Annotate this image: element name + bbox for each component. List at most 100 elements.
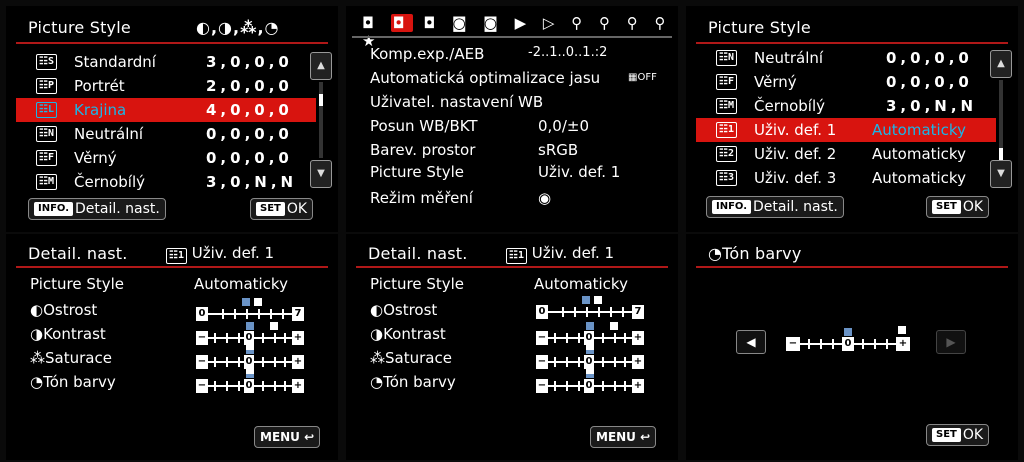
set-key-icon: SET [932, 200, 961, 214]
info-key-icon: INFO. [34, 202, 74, 216]
set-ok-button[interactable]: SET OK [926, 196, 990, 218]
detail-settings-button[interactable]: INFO. Detail. nast. [706, 196, 844, 218]
menu-item-metering[interactable]: Režim měření ◉ [352, 186, 674, 210]
style-row-user-def-2[interactable]: ☷2 Uživ. def. 2 Automaticky [696, 142, 996, 166]
detail-row-saturation[interactable]: ⁂Saturace − + 0 [14, 342, 324, 370]
menu-back-button[interactable]: MENU ↩ [590, 426, 657, 448]
scrollbar-thumb[interactable] [319, 94, 323, 106]
style-name: Věrný [74, 149, 117, 167]
contrast-icon: ◑ [370, 325, 384, 343]
detail-settings-panel-b: Detail. nast. ☷1 Uživ. def. 1 Picture St… [346, 234, 678, 460]
return-icon: ↩ [304, 430, 315, 444]
user-def-2-style-icon: ☷2 [716, 146, 737, 162]
tab-shoot-2-active[interactable]: ◘ [390, 14, 413, 32]
sharpness-slider[interactable]: 0 7 [536, 296, 644, 320]
sharpness-slider[interactable]: 0 7 [196, 298, 304, 322]
style-values: 2,0,0,0 [206, 77, 293, 95]
current-marker [254, 298, 262, 306]
style-name: Neutrální [74, 125, 144, 143]
scrollbar-thumb[interactable] [999, 148, 1003, 160]
style-row-standard[interactable]: ☷S Standardní 3,0,0,0 [16, 50, 316, 74]
shooting-menu-panel: ◘ ◘ ◘ ◙ ◙ ▶ ▷ ⚲ ⚲ ⚲ ⚲ ★ Komp.exp./AEB -2… [346, 6, 678, 232]
scroll-up-button[interactable]: ▲ [990, 50, 1012, 78]
saturation-icon: ⁂ [30, 349, 45, 367]
color-tone-icon: ◔ [30, 373, 44, 391]
style-name: Portrét [74, 77, 125, 95]
style-row-monochrome[interactable]: ☷M Černobílý 3,0,N,N [696, 94, 996, 118]
detail-row-picture-style[interactable]: Picture Style Automaticky [354, 272, 664, 296]
current-marker [898, 326, 906, 334]
picture-style-user-panel: Picture Style ☷N Neutrální 0,0,0,0 ☷F Vě… [686, 6, 1018, 232]
tab-shoot-1[interactable]: ◘ [362, 14, 380, 32]
picture-style-list-panel: Picture Style ◐,◑,⁂,◔ ☷S Standardní 3,0,… [6, 6, 338, 232]
style-name: Standardní [74, 53, 156, 71]
style-values: 0,0,0,0 [206, 125, 293, 143]
neutral-style-icon: ☷N [716, 50, 737, 66]
detail-settings-button[interactable]: INFO. Detail. nast. [28, 198, 166, 220]
title-divider [696, 42, 1008, 44]
style-row-monochrome[interactable]: ☷M Černobílý 3,0,N,N [16, 170, 316, 194]
standard-style-icon: ☷S [36, 54, 57, 70]
color-tone-adjust-panel: ◔Tón barvy ◀ − + 0 ▶ SET OK [686, 234, 1018, 460]
menu-item-exposure-comp[interactable]: Komp.exp./AEB -2..1..0..1.:2 [352, 42, 674, 66]
style-values: 0,0,0,0 [206, 149, 293, 167]
scroll-down-button[interactable]: ▼ [310, 160, 332, 188]
menu-item-wb-shift[interactable]: Posun WB/BKT 0,0/±0 [352, 114, 674, 138]
style-row-faithful[interactable]: ☷F Věrný 0,0,0,0 [16, 146, 316, 170]
scroll-up-button[interactable]: ▲ [310, 52, 332, 80]
style-row-landscape[interactable]: ☷L Krajina 4,0,0,0 [16, 98, 316, 122]
detail-row-color-tone[interactable]: ◔Tón barvy − + 0 [354, 366, 664, 394]
param-header-icons: ◐,◑,⁂,◔ [196, 18, 280, 37]
metering-icon: ◉ [538, 189, 552, 207]
alo-off-icon: ▦OFF [628, 72, 657, 83]
menu-item-picture-style[interactable]: Picture Style Uživ. def. 1 [352, 160, 674, 184]
set-ok-button[interactable]: SET OK [250, 198, 314, 220]
detail-row-picture-style[interactable]: Picture Style Automaticky [14, 272, 324, 296]
style-row-faithful[interactable]: ☷F Věrný 0,0,0,0 [696, 70, 996, 94]
color-tone-icon: ◔ [708, 244, 723, 263]
detail-row-saturation[interactable]: ⁂Saturace − + 0 [354, 342, 664, 370]
title-divider [16, 266, 328, 268]
standard-marker [844, 328, 852, 336]
menu-item-auto-lighting[interactable]: Automatická optimalizace jasu ▦OFF [352, 66, 674, 90]
color-tone-slider[interactable]: − + 0 [536, 366, 644, 394]
style-row-user-def-3[interactable]: ☷3 Uživ. def. 3 Automaticky [696, 166, 996, 190]
title-divider [16, 42, 328, 44]
style-indicator: ☷1 Uživ. def. 1 [506, 244, 614, 264]
detail-row-contrast[interactable]: ◑Kontrast − + 0 [14, 322, 324, 346]
menu-item-custom-wb[interactable]: Uživatel. nastavení WB [352, 90, 674, 114]
detail-settings-panel-a: Detail. nast. ☷1 Uživ. def. 1 Picture St… [6, 234, 338, 460]
decrease-button[interactable]: ◀ [736, 330, 766, 354]
panel-title: Detail. nast. [28, 244, 128, 263]
set-ok-button[interactable]: SET OK [926, 424, 990, 446]
detail-row-sharpness[interactable]: ◐Ostrost 0 7 [354, 296, 664, 322]
increase-button[interactable]: ▶ [936, 330, 966, 354]
info-key-icon: INFO. [712, 200, 752, 214]
style-row-neutral[interactable]: ☷N Neutrální 0,0,0,0 [696, 46, 996, 70]
color-tone-slider[interactable]: − + 0 [196, 366, 304, 394]
neutral-style-icon: ☷N [36, 126, 57, 142]
contrast-icon: ◑ [30, 325, 44, 343]
landscape-style-icon: ☷L [36, 102, 57, 118]
style-values: 3,0,N,N [206, 173, 298, 191]
style-indicator: ☷1 Uživ. def. 1 [166, 244, 274, 264]
user-def-3-style-icon: ☷3 [716, 170, 737, 186]
detail-row-sharpness[interactable]: ◐Ostrost 0 7 [14, 298, 324, 322]
scroll-down-button[interactable]: ▼ [990, 160, 1012, 188]
menu-item-color-space[interactable]: Barev. prostor sRGB [352, 138, 674, 162]
user-def-1-style-icon: ☷1 [506, 248, 527, 264]
color-tone-icon: ◔ [370, 373, 384, 391]
detail-row-color-tone[interactable]: ◔Tón barvy − + 0 [14, 366, 324, 394]
style-row-user-def-1[interactable]: ☷1 Uživ. def. 1 Automaticky [696, 118, 996, 142]
menu-back-button[interactable]: MENU ↩ [254, 426, 321, 448]
return-icon: ↩ [640, 430, 651, 444]
color-tone-slider[interactable]: − + 0 [786, 326, 910, 352]
monochrome-style-icon: ☷M [36, 174, 57, 190]
monochrome-style-icon: ☷M [716, 98, 737, 114]
detail-row-contrast[interactable]: ◑Kontrast − + 0 [354, 322, 664, 346]
style-row-neutral[interactable]: ☷N Neutrální 0,0,0,0 [16, 122, 316, 146]
title-divider [352, 36, 672, 38]
panel-title: ◔Tón barvy [708, 244, 802, 263]
style-row-portrait[interactable]: ☷P Portrét 2,0,0,0 [16, 74, 316, 98]
title-divider [696, 266, 1008, 268]
